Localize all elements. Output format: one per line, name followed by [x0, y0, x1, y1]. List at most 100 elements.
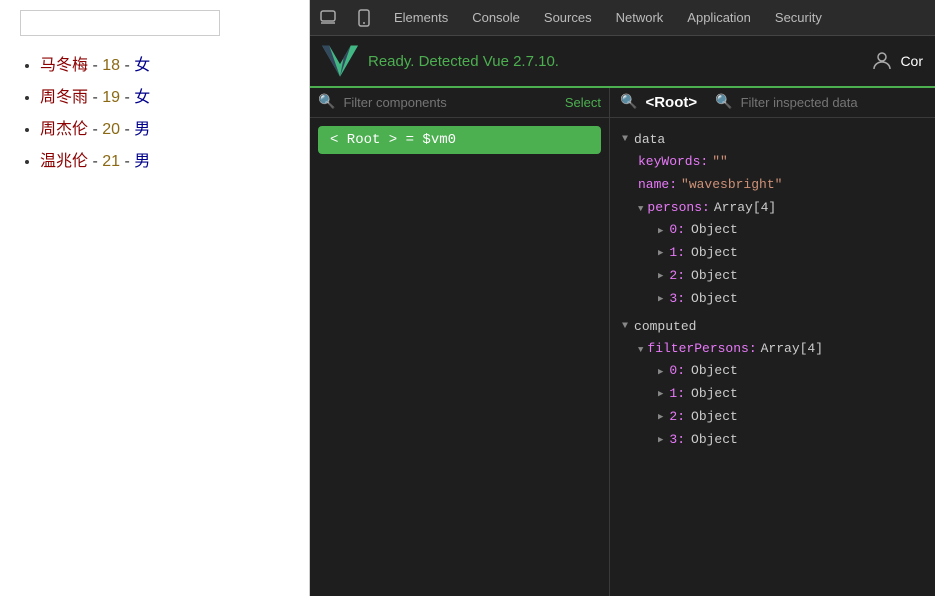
- item-index: 2:: [669, 266, 685, 287]
- vue-logo-area: Ready. Detected Vue 2.7.10.: [322, 43, 559, 79]
- tab-security[interactable]: Security: [771, 8, 826, 27]
- item-index: 0:: [669, 361, 685, 382]
- component-filter-input[interactable]: [343, 95, 556, 110]
- breadcrumb: <Root>: [645, 94, 697, 111]
- tab-console[interactable]: Console: [468, 8, 524, 27]
- item-value: Object: [691, 289, 738, 310]
- inspector-search-icon: 🔍: [620, 94, 637, 111]
- search-icon: 🔍: [318, 94, 335, 111]
- item-index: 0:: [669, 220, 685, 241]
- person-age: 18: [102, 57, 120, 74]
- item-triangle: ▶: [658, 433, 663, 447]
- table-row[interactable]: ▶ 1: Object: [622, 383, 923, 406]
- computed-section-label: computed: [634, 319, 696, 334]
- data-section-header[interactable]: data: [622, 132, 923, 147]
- list-item: 周杰伦 - 20 - 男: [40, 114, 289, 146]
- profile-icon[interactable]: [870, 49, 894, 73]
- data-inspector: 🔍 <Root> 🔍 data keyWords: "": [610, 88, 935, 596]
- vue-logo-icon: [322, 43, 358, 79]
- persons-key: persons:: [647, 198, 709, 219]
- item-triangle: ▶: [658, 387, 663, 401]
- mobile-icon[interactable]: [354, 8, 374, 28]
- table-row[interactable]: ▶ 2: Object: [622, 406, 923, 429]
- devtools-tab-bar: Elements Console Sources Network Applica…: [310, 0, 935, 36]
- keywords-key: keyWords:: [638, 152, 708, 173]
- persons-items: ▶0:Object▶1:Object▶2:Object▶3:Object: [622, 219, 923, 310]
- item-index: 2:: [669, 407, 685, 428]
- person-name: 马冬梅: [40, 57, 88, 74]
- data-filter-input[interactable]: [741, 95, 925, 110]
- component-tree: 🔍 Select < Root > = $vm0: [310, 88, 610, 596]
- search-input[interactable]: [20, 10, 220, 36]
- devtools-panel: Elements Console Sources Network Applica…: [310, 0, 935, 596]
- person-name: 温兆伦: [40, 153, 88, 170]
- person-list: 马冬梅 - 18 - 女周冬雨 - 19 - 女周杰伦 - 20 - 男温兆伦 …: [20, 50, 289, 178]
- vue-header: Ready. Detected Vue 2.7.10. Cor: [310, 36, 935, 88]
- select-button[interactable]: Select: [565, 95, 601, 110]
- filter-persons-key: filterPersons:: [647, 339, 756, 360]
- inspector-header: 🔍 <Root> 🔍: [610, 88, 935, 118]
- table-row[interactable]: ▶ 0: Object: [622, 360, 923, 383]
- item-triangle: ▶: [658, 365, 663, 379]
- tab-network[interactable]: Network: [612, 8, 668, 27]
- filter-persons-triangle: ▼: [638, 343, 643, 357]
- data-search-icon: 🔍: [715, 94, 732, 111]
- keywords-value: "": [712, 152, 728, 173]
- table-row[interactable]: ▶ 3: Object: [622, 288, 923, 311]
- person-name: 周冬雨: [40, 89, 88, 106]
- person-gender: 男: [134, 121, 150, 138]
- item-triangle: ▶: [658, 224, 663, 238]
- person-age: 20: [102, 121, 120, 138]
- person-gender: 女: [134, 89, 150, 106]
- tab-elements[interactable]: Elements: [390, 8, 452, 27]
- list-item: 温兆伦 - 21 - 男: [40, 146, 289, 178]
- root-component-item[interactable]: < Root > = $vm0: [318, 126, 601, 154]
- vue-status-text: Ready. Detected Vue 2.7.10.: [368, 53, 559, 70]
- persons-value: Array[4]: [714, 198, 776, 219]
- cursor-icon[interactable]: [318, 8, 338, 28]
- item-value: Object: [691, 220, 738, 241]
- table-row[interactable]: ▶2:Object: [622, 265, 923, 288]
- item-triangle: ▶: [658, 246, 663, 260]
- name-prop: name: "wavesbright": [622, 174, 923, 197]
- tab-sources[interactable]: Sources: [540, 8, 596, 27]
- item-triangle: ▶: [658, 269, 663, 283]
- computed-section-header[interactable]: computed: [622, 319, 923, 334]
- vue-body: 🔍 Select < Root > = $vm0 🔍 <Root> 🔍 data: [310, 88, 935, 596]
- name-value: "wavesbright": [681, 175, 782, 196]
- item-value: Object: [691, 384, 738, 405]
- cor-label: Cor: [900, 53, 923, 69]
- computed-section-triangle: [622, 321, 628, 332]
- item-triangle: ▶: [658, 410, 663, 424]
- list-item: 马冬梅 - 18 - 女: [40, 50, 289, 82]
- item-value: Object: [691, 407, 738, 428]
- data-section-triangle: [622, 134, 628, 145]
- persons-prop[interactable]: ▼ persons: Array[4]: [622, 197, 923, 220]
- item-index: 1:: [669, 384, 685, 405]
- data-section-label: data: [634, 132, 665, 147]
- list-item: 周冬雨 - 19 - 女: [40, 82, 289, 114]
- table-row[interactable]: ▶ 1: Object: [622, 242, 923, 265]
- item-value: Object: [691, 361, 738, 382]
- filter-persons-prop[interactable]: ▼ filterPersons: Array[4]: [622, 338, 923, 361]
- persons-triangle: ▼: [638, 202, 643, 216]
- item-triangle: ▶: [658, 292, 663, 306]
- left-panel: 马冬梅 - 18 - 女周冬雨 - 19 - 女周杰伦 - 20 - 男温兆伦 …: [0, 0, 310, 596]
- tab-application[interactable]: Application: [683, 8, 755, 27]
- item-index: 3:: [669, 430, 685, 451]
- component-search-bar: 🔍 Select: [310, 88, 609, 118]
- name-key: name:: [638, 175, 677, 196]
- item-value: Object: [691, 243, 738, 264]
- item-index: 1:: [669, 243, 685, 264]
- filter-persons-value: Array[4]: [761, 339, 823, 360]
- item-index: 3:: [669, 289, 685, 310]
- table-row[interactable]: ▶ 0: Object: [622, 219, 923, 242]
- data-tree: data keyWords: "" name: "wavesbright" ▼: [610, 118, 935, 596]
- keywords-prop: keyWords: "": [622, 151, 923, 174]
- person-age: 21: [102, 153, 120, 170]
- person-name: 周杰伦: [40, 121, 88, 138]
- person-gender: 女: [134, 57, 150, 74]
- item-value: Object: [691, 430, 738, 451]
- table-row[interactable]: ▶ 3: Object: [622, 429, 923, 452]
- person-gender: 男: [134, 153, 150, 170]
